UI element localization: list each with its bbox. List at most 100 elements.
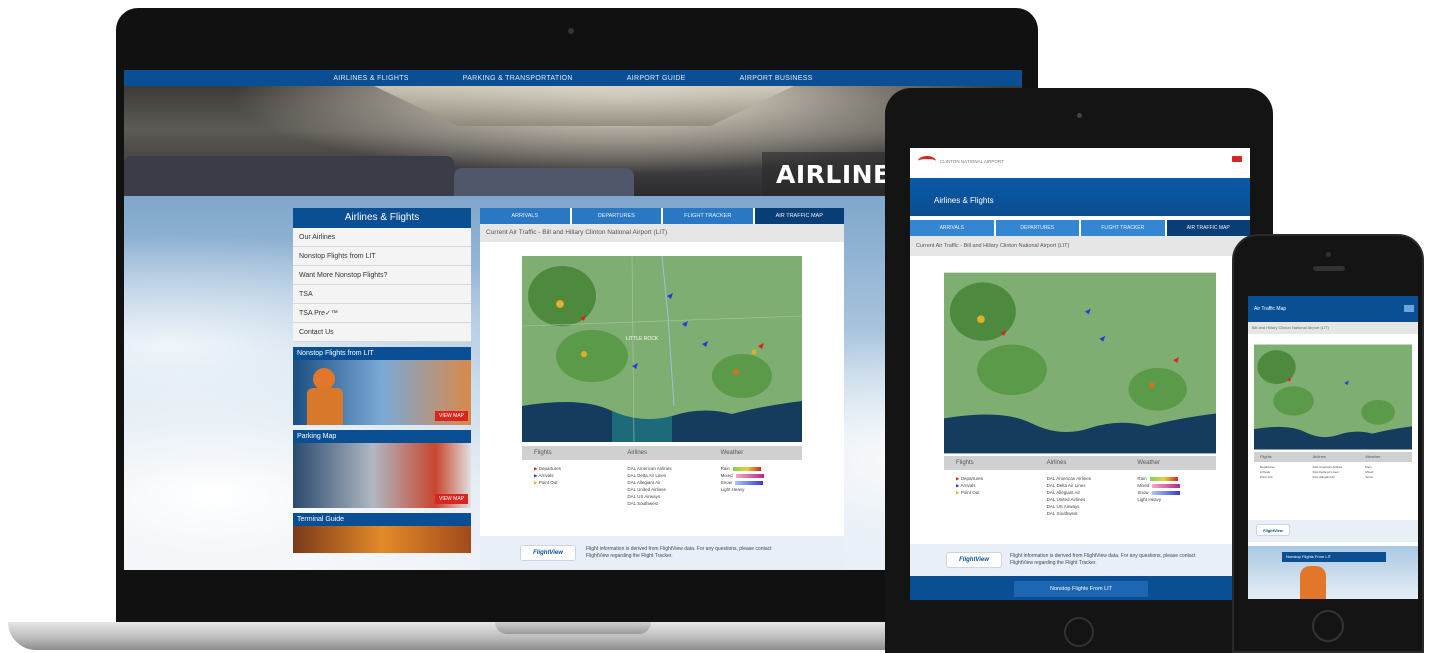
phone-air-traffic-map[interactable] xyxy=(1254,344,1412,450)
cabin-ceiling xyxy=(374,86,794,126)
tablet-page-title: Airlines & Flights xyxy=(910,178,1250,216)
promo-nonstop-flights[interactable]: Nonstop Flights from LIT VIEW MAP xyxy=(293,347,471,425)
legend-airline-item: DAL Delta Air Lines xyxy=(1046,483,1086,488)
rain-scale-bar xyxy=(732,466,761,471)
flightview-disclaimer: Flight information is derived from Fligh… xyxy=(586,546,772,559)
promo-image-worker: VIEW MAP xyxy=(293,360,471,425)
flightview-logo[interactable]: FlightView xyxy=(520,545,576,561)
legend-mixed: Mixed xyxy=(721,472,802,479)
snow-scale-bar xyxy=(1151,490,1180,495)
legend-airline-item: DAL Allegiant Air xyxy=(627,480,661,485)
flight-panel: ARRIVALS DEPARTURES FLIGHT TRACKER AIR T… xyxy=(480,208,844,570)
legend-airline-item: DAL United Airlines xyxy=(1046,497,1086,502)
legend-airline-item: DAL US Airways xyxy=(1046,504,1080,509)
mixed-scale-bar xyxy=(1152,483,1181,488)
legend-weather: Rain Mixed Snow Light Heavy xyxy=(709,465,802,512)
sidebar-item-contact-us[interactable]: Contact Us xyxy=(293,323,471,342)
promo-title: Nonstop Flights from LIT xyxy=(293,347,471,360)
legend-header: Flights Airlines Weather xyxy=(1254,452,1412,462)
legend-header-weather: Weather xyxy=(1365,454,1381,459)
phone-home-button xyxy=(1312,610,1344,642)
nav-item-parking-transportation[interactable]: PARKING & TRANSPORTATION xyxy=(463,75,573,82)
nav-item-airport-business[interactable]: AIRPORT BUSINESS xyxy=(740,75,813,82)
legend-weather: Rain Mixed Snow Light Heavy xyxy=(1125,475,1216,540)
promo-title: Terminal Guide xyxy=(293,513,471,526)
legend-intensity-scale: Light Heavy xyxy=(720,487,745,492)
legend-weather: Rain Mixed Snow xyxy=(1359,465,1412,518)
tablet-screen: CLINTON NATIONAL AIRPORT Airlines & Flig… xyxy=(910,148,1250,600)
map-legend: Flights Airlines Weather ▶ Departures ▶ … xyxy=(522,446,802,512)
sidebar-item-tsa[interactable]: TSA xyxy=(293,285,471,304)
menu-icon[interactable] xyxy=(1232,156,1242,162)
legend-airlines: DAL American Airlines DAL Delta Air Line… xyxy=(1307,465,1360,518)
tab-flight-tracker[interactable]: FLIGHT TRACKER xyxy=(1081,220,1165,236)
phone-flightview-strip: FlightView xyxy=(1248,520,1418,542)
legend-header-weather: Weather xyxy=(1137,460,1160,466)
tablet-home-button xyxy=(1064,617,1094,647)
tab-air-traffic-map[interactable]: AIR TRAFFIC MAP xyxy=(754,208,844,224)
legend-header-flights: Flights xyxy=(956,460,974,466)
phone-camera xyxy=(1326,252,1331,257)
legend-airline-item: DAL American Airlines xyxy=(627,466,672,471)
legend-point-out: ▶ Point Out xyxy=(534,480,558,485)
tablet-caption: Current Air Traffic - Bill and Hillary C… xyxy=(910,236,1250,256)
airport-logo-icon[interactable] xyxy=(918,156,936,166)
phone-header: Air Traffic Map xyxy=(1248,296,1418,322)
flightview-logo[interactable]: FlightView xyxy=(1256,524,1290,536)
legend-arrivals: ▶ Arrivals xyxy=(956,483,976,488)
sidebar-item-want-more-nonstop[interactable]: Want More Nonstop Flights? xyxy=(293,266,471,285)
tablet-camera xyxy=(1077,113,1082,118)
promo-parking-map[interactable]: Parking Map VIEW MAP xyxy=(293,430,471,508)
menu-icon[interactable] xyxy=(1404,305,1414,312)
phone-promo-title: Nonstop Flights From LIT xyxy=(1282,552,1386,562)
legend-header: Flights Airlines Weather xyxy=(522,446,802,460)
nav-item-airport-guide[interactable]: AIRPORT GUIDE xyxy=(627,75,686,82)
snow-scale-bar xyxy=(734,480,763,485)
worker-vest-shape xyxy=(307,388,343,425)
phone-promo[interactable]: Nonstop Flights From LIT xyxy=(1248,546,1418,599)
nonstop-flights-button[interactable]: Nonstop Flights From LIT xyxy=(1014,581,1148,597)
rain-scale-bar xyxy=(1149,476,1178,481)
tablet-logo-text: CLINTON NATIONAL AIRPORT xyxy=(940,159,1004,164)
tab-air-traffic-map[interactable]: AIR TRAFFIC MAP xyxy=(1166,220,1250,236)
tab-departures[interactable]: DEPARTURES xyxy=(571,208,661,224)
laptop-camera xyxy=(568,28,574,34)
nav-item-airlines-flights[interactable]: AIRLINES & FLIGHTS xyxy=(333,75,408,82)
hardhat-shape xyxy=(313,368,335,390)
sidebar-item-our-airlines[interactable]: Our Airlines xyxy=(293,228,471,247)
sidebar-item-nonstop-flights[interactable]: Nonstop Flights from LIT xyxy=(293,247,471,266)
legend-header-airlines: Airlines xyxy=(627,450,648,456)
tab-arrivals[interactable]: ARRIVALS xyxy=(910,220,994,236)
promo-image-parking: VIEW MAP xyxy=(293,443,471,508)
legend-airline-item: DAL American Airlines xyxy=(1046,476,1092,481)
legend-airline-item: DAL Delta Air Lines xyxy=(627,473,667,478)
legend-body: ▶ Departures ▶ Arrivals ▶ Point Out DAL … xyxy=(944,470,1216,540)
tablet-air-traffic-map[interactable] xyxy=(944,272,1216,454)
legend-flights: ▶ Departures ▶ Arrivals ▶ Point Out xyxy=(522,465,615,512)
sidebar-item-tsa-precheck[interactable]: TSA Pre✓™ xyxy=(293,304,471,323)
tab-departures[interactable]: DEPARTURES xyxy=(995,220,1079,236)
legend-airline-item: DAL Allegiant Air xyxy=(1046,490,1081,495)
tablet-flight-tabs: ARRIVALS DEPARTURES FLIGHT TRACKER AIR T… xyxy=(910,220,1250,236)
legend-header-flights: Flights xyxy=(1260,454,1272,459)
phone-header-title: Air Traffic Map xyxy=(1254,306,1287,312)
flightview-disclaimer: Flight information is derived from Fligh… xyxy=(1010,553,1196,566)
panel-caption: Current Air Traffic - Bill and Hillary C… xyxy=(480,224,844,242)
cabin-seats-left xyxy=(124,156,454,196)
worker-shape xyxy=(1300,566,1326,599)
phone-speaker xyxy=(1313,266,1345,271)
air-traffic-map[interactable]: LITTLE ROCK xyxy=(522,256,802,442)
flightview-strip: FlightView Flight information is derived… xyxy=(480,536,844,570)
legend-snow: Snow xyxy=(1365,475,1373,479)
sidebar: Airlines & Flights Our Airlines Nonstop … xyxy=(293,208,471,553)
legend-rain: Rain xyxy=(721,465,802,472)
tab-arrivals[interactable]: ARRIVALS xyxy=(480,208,570,224)
view-map-button[interactable]: VIEW MAP xyxy=(434,411,468,421)
sidebar-title: Airlines & Flights xyxy=(293,208,471,228)
flightview-logo[interactable]: FlightView xyxy=(946,552,1002,568)
promo-terminal-guide[interactable]: Terminal Guide xyxy=(293,513,471,553)
tab-flight-tracker[interactable]: FLIGHT TRACKER xyxy=(663,208,753,224)
view-map-button[interactable]: VIEW MAP xyxy=(434,494,468,504)
legend-airline-item: DAL Allegiant Air xyxy=(1312,475,1335,479)
promo-title: Parking Map xyxy=(293,430,471,443)
